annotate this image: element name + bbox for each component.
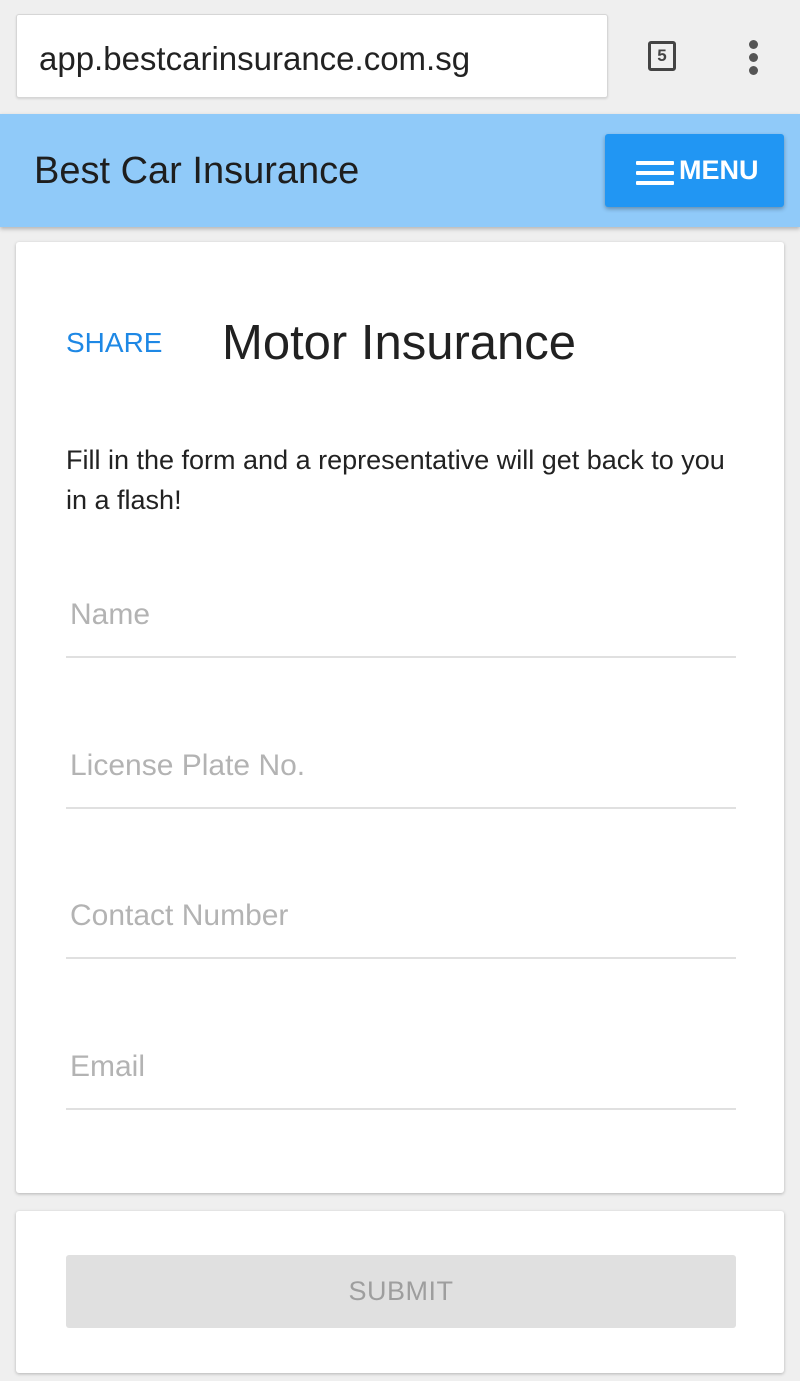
email-input[interactable]: [66, 1030, 736, 1104]
submit-button[interactable]: SUBMIT: [66, 1255, 736, 1328]
dot: [749, 40, 758, 49]
name-input[interactable]: [66, 578, 736, 652]
menu-label: MENU: [679, 155, 759, 185]
tab-count: 5: [657, 46, 667, 65]
app-title: Best Car Insurance: [34, 150, 360, 192]
contact-number-input[interactable]: [66, 879, 736, 953]
contact-number-field: [66, 879, 736, 959]
tab-switcher-button[interactable]: 5: [645, 38, 683, 76]
submit-card: SUBMIT: [16, 1211, 784, 1373]
form-card: SHARE Motor Insurance Fill in the form a…: [16, 242, 784, 1193]
form-description: Fill in the form and a representative wi…: [66, 445, 725, 515]
more-vert-icon[interactable]: [736, 38, 770, 78]
name-field: [66, 578, 736, 658]
dot: [749, 66, 758, 75]
address-bar[interactable]: app.bestcarinsurance.com.sg: [16, 14, 608, 98]
page-title: Motor Insurance: [222, 316, 577, 370]
license-plate-field: [66, 729, 736, 809]
menu-button[interactable]: MENU: [605, 134, 784, 207]
dot: [749, 53, 758, 62]
email-field: [66, 1030, 736, 1110]
url-text: app.bestcarinsurance.com.sg: [39, 40, 471, 77]
browser-toolbar: app.bestcarinsurance.com.sg 5: [0, 0, 800, 114]
app-header: Best Car Insurance MENU: [0, 114, 800, 227]
hamburger-icon: [636, 161, 676, 185]
license-plate-input[interactable]: [66, 729, 736, 803]
share-link[interactable]: SHARE: [66, 327, 162, 359]
